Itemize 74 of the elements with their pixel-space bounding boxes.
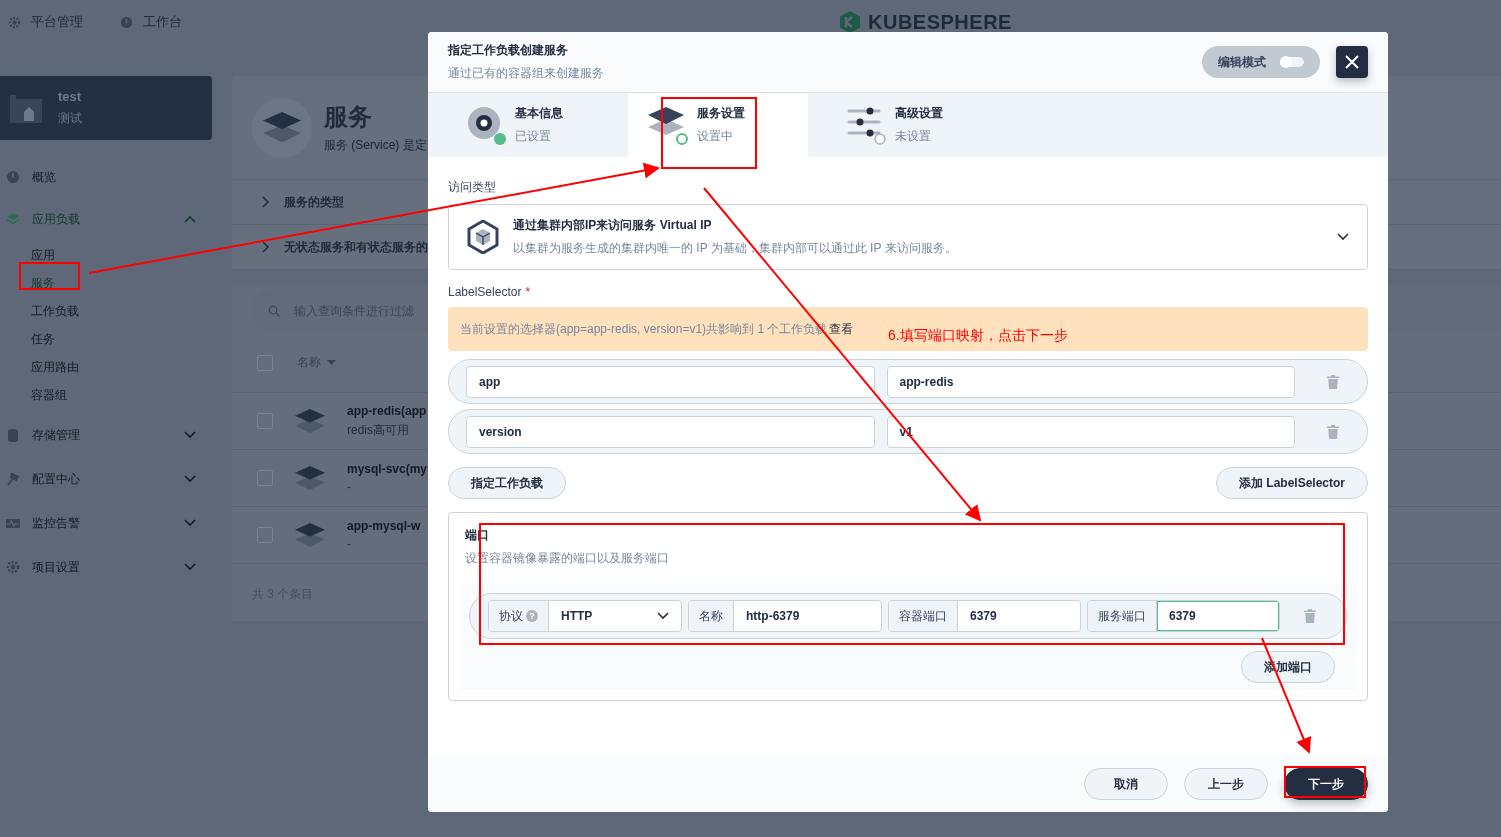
annotation-text: 6.填写端口映射，点击下一步 (888, 327, 1068, 345)
step-tab[interactable]: 高级设置 未设置 (808, 93, 1008, 157)
dashboard-icon (120, 15, 133, 29)
service-name[interactable]: app-redis(app (347, 403, 427, 418)
specify-workload-button[interactable]: 指定工作负载 (448, 467, 566, 499)
sliders-icon (846, 105, 886, 145)
layers-icon (648, 105, 688, 145)
trash-icon[interactable] (1327, 424, 1339, 439)
logo-icon (838, 10, 862, 34)
step-tab[interactable]: 服务设置 设置中 (628, 93, 808, 157)
step-tab[interactable]: 基本信息 已设置 (428, 93, 628, 157)
container-port-field[interactable]: 容器端口 6379 (888, 600, 1081, 632)
page-title: 服务 (324, 102, 373, 132)
search-icon (268, 305, 280, 317)
gear-icon (6, 560, 20, 574)
cube-icon (467, 220, 499, 254)
chevron-up-icon (184, 215, 196, 223)
dialog-subtitle: 通过已有的容器组来创建服务 (448, 65, 604, 82)
page-description: 服务 (Service) 是定 (324, 137, 427, 154)
add-label-button[interactable]: 添加 LabelSelector (1215, 467, 1368, 499)
project-name: test (58, 89, 82, 104)
service-icon (295, 523, 325, 547)
project-alias: 测试 (58, 110, 82, 127)
service-description: - (347, 480, 352, 494)
trash-icon[interactable] (1327, 374, 1339, 389)
service-icon (263, 112, 301, 143)
service-description: - (347, 537, 352, 551)
nav-item[interactable]: 配置中心 (32, 471, 80, 486)
close-icon (1345, 55, 1359, 69)
hammer-icon (6, 472, 20, 486)
disc-icon (466, 105, 506, 145)
access-type-select[interactable]: 通过集群内部IP来访问服务 Virtual IP 以集群为服务生成的集群内唯一的 IP 为基础，集群内部可以通过此 IP 来访问服务。 (448, 204, 1368, 270)
nav-subitem[interactable]: 工作负载 (31, 302, 79, 320)
label-key-field[interactable]: app (466, 365, 875, 398)
chevron-down-icon (1337, 233, 1349, 241)
cancel-button[interactable]: 取消 (1084, 768, 1168, 800)
chevron-down-icon (657, 612, 669, 620)
port-name-field[interactable]: 名称 http-6379 (688, 600, 882, 632)
close-button[interactable] (1336, 46, 1368, 78)
next-button[interactable]: 下一步 (1284, 768, 1368, 800)
protocol-select[interactable]: 协议 ? HTTP (488, 600, 682, 632)
logo-text: KUBESPHERE (868, 10, 1012, 34)
edit-mode-toggle[interactable]: 编辑模式 (1202, 46, 1320, 78)
chevron-down-icon (184, 431, 196, 439)
trash-icon[interactable] (1304, 609, 1316, 623)
previous-button[interactable]: 上一步 (1184, 768, 1268, 800)
highlight-frame (19, 262, 80, 290)
service-name[interactable]: app-mysql-w (347, 519, 421, 533)
chevron-down-icon (184, 475, 196, 483)
nav-item[interactable]: 存储管理 (32, 427, 80, 442)
service-description: redis高可用 (347, 421, 410, 439)
service-name[interactable]: mysql-svc(my (347, 462, 428, 476)
chevron-down-icon (184, 563, 196, 571)
monitor-icon (6, 516, 20, 530)
sort-caret-icon (327, 360, 336, 365)
dialog-title: 指定工作负载创建服务 (448, 42, 569, 59)
nav-item[interactable]: 监控告警 (32, 515, 80, 530)
database-icon (6, 428, 20, 442)
dashboard-icon (6, 170, 20, 184)
nav-item[interactable]: 概览 (32, 169, 56, 184)
field-label: 访问类型 (448, 179, 497, 196)
chevron-right-icon (262, 241, 270, 253)
field-label: LabelSelector (448, 285, 522, 299)
service-icon (295, 466, 325, 490)
service-icon (295, 409, 325, 433)
gear-icon (8, 15, 21, 29)
chevron-right-icon (262, 196, 270, 208)
required-mark: * (525, 285, 531, 299)
layers-icon (6, 212, 20, 226)
label-key-field[interactable]: version (466, 415, 875, 448)
chevron-down-icon (184, 519, 196, 527)
project-icon (10, 93, 42, 123)
view-link[interactable]: 查看 (829, 320, 854, 338)
label-value-field[interactable]: app-redis (886, 365, 1295, 398)
